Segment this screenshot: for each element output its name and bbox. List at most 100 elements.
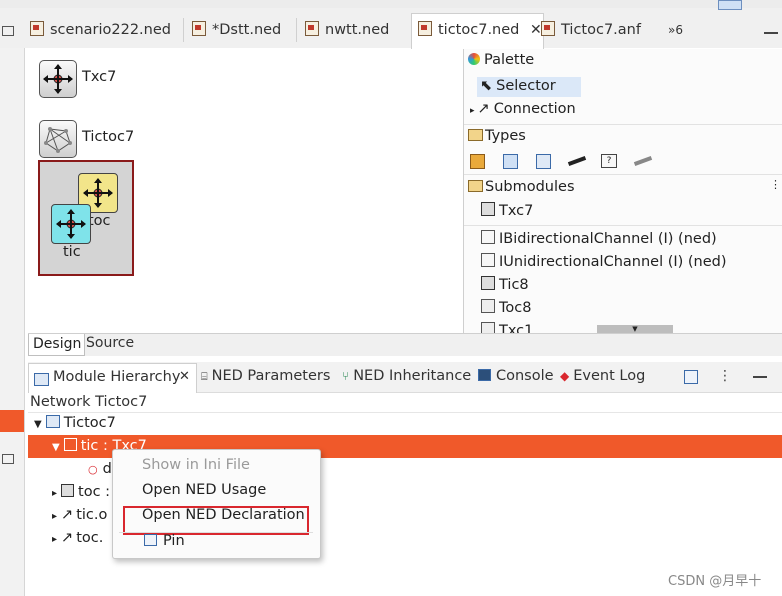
pin-icon bbox=[144, 534, 157, 546]
close-icon[interactable]: ✕ bbox=[530, 22, 542, 38]
collapse-chevron-icon: ▼ bbox=[34, 419, 42, 430]
interface-icon bbox=[481, 230, 495, 244]
context-menu: Show in Ini File Open NED Usage Open NED… bbox=[112, 449, 321, 559]
tab-dstt[interactable]: *Dstt.ned bbox=[192, 14, 281, 46]
submodules-header[interactable]: Submodules ⋮ bbox=[464, 174, 782, 199]
tic-label: tic bbox=[63, 244, 81, 260]
tab-separator bbox=[183, 18, 184, 42]
panel-minimize-icon[interactable] bbox=[2, 454, 14, 464]
tab-design[interactable]: Design bbox=[28, 334, 85, 356]
ned-file-icon bbox=[192, 21, 206, 36]
palette-item-tic8[interactable]: Tic8 bbox=[481, 276, 529, 293]
hierarchy-icon bbox=[34, 373, 49, 386]
cursor-icon: ⬉ bbox=[480, 78, 493, 94]
network-label: Network Tictoc7 bbox=[30, 394, 148, 410]
left-panel-selection-marker bbox=[0, 410, 24, 432]
divider bbox=[28, 412, 782, 413]
ned-file-icon bbox=[305, 21, 319, 36]
network-type-icon[interactable] bbox=[536, 154, 551, 169]
tree-root-tictoc7[interactable]: ▼ Tictoc7 bbox=[34, 415, 116, 431]
inheritance-icon: ⑂ bbox=[342, 369, 350, 383]
panel-minimize-icon[interactable] bbox=[2, 26, 14, 36]
menu-item-show-in-ini[interactable]: Show in Ini File bbox=[142, 457, 250, 473]
minimize-icon[interactable] bbox=[764, 32, 778, 34]
tictoc7-label: Tictoc7 bbox=[82, 129, 135, 145]
minimize-icon[interactable] bbox=[753, 376, 767, 378]
pin-icon[interactable]: ⋮ bbox=[770, 178, 781, 191]
more-tabs-button[interactable]: »6 bbox=[668, 14, 683, 46]
toolbar-strip bbox=[0, 0, 782, 8]
module-icon bbox=[63, 438, 77, 451]
tab-ned-parameters[interactable]: ⌸ NED Parameters bbox=[201, 368, 330, 384]
tree-item-connection-tic[interactable]: ▸ ↗ tic.o bbox=[52, 507, 107, 523]
channel-interface-type-icon[interactable] bbox=[633, 156, 653, 166]
palette-item-iunidirectional[interactable]: IUnidirectionalChannel (I) (ned) bbox=[481, 253, 727, 270]
left-side-strip bbox=[0, 48, 25, 596]
palette-item-txc1[interactable]: Txc1 bbox=[481, 322, 533, 333]
tree-item-gate[interactable]: ○ d bbox=[88, 461, 112, 477]
bottom-tab-bar: Module Hierarchy ✕ ⌸ NED Parameters ⑂ NED … bbox=[28, 362, 782, 393]
design-canvas[interactable]: Txc7 Tictoc7 toc tic bbox=[28, 49, 462, 333]
tab-scenario222[interactable]: scenario222.ned bbox=[30, 14, 171, 46]
tab-tictoc7[interactable]: tictoc7.ned ✕ bbox=[411, 13, 544, 49]
console-icon bbox=[478, 369, 491, 381]
gate-icon: ○ bbox=[88, 463, 98, 476]
module-icon bbox=[61, 484, 75, 497]
tab-source[interactable]: Source bbox=[86, 335, 134, 351]
palette-connection[interactable]: ▸ ↗ Connection bbox=[470, 101, 576, 117]
palette-scroll-down-button[interactable]: ▼ bbox=[597, 325, 673, 333]
tab-tictoc7-anf[interactable]: Tictoc7.anf bbox=[541, 14, 641, 46]
palette-item-toc8[interactable]: Toc8 bbox=[481, 299, 531, 316]
palette-header[interactable]: Palette bbox=[468, 52, 534, 68]
compound-module-type-icon[interactable] bbox=[503, 154, 518, 169]
menu-item-open-ned-usage[interactable]: Open NED Usage bbox=[142, 482, 266, 498]
collapse-icon[interactable] bbox=[718, 0, 742, 10]
tab-ned-inheritance[interactable]: ⑂ NED Inheritance bbox=[342, 368, 471, 384]
module-icon bbox=[481, 322, 495, 333]
expand-chevron-icon: ▸ bbox=[52, 488, 58, 499]
connection-icon: ↗ bbox=[61, 507, 74, 523]
close-icon[interactable]: ✕ bbox=[179, 369, 190, 384]
tab-console[interactable]: Console bbox=[478, 368, 554, 384]
folder-icon bbox=[468, 129, 483, 141]
module-icon bbox=[481, 299, 495, 313]
expand-chevron-icon: ▸ bbox=[470, 106, 475, 116]
network-icon[interactable] bbox=[39, 120, 77, 158]
tab-separator bbox=[296, 18, 297, 42]
txc7-label: Txc7 bbox=[82, 69, 117, 85]
pin-icon[interactable] bbox=[684, 370, 698, 384]
simple-module-type-icon[interactable] bbox=[470, 154, 485, 169]
connection-icon: ↗ bbox=[477, 101, 490, 117]
view-menu-icon[interactable]: ⋮ bbox=[718, 368, 732, 384]
event-log-icon: ◆ bbox=[560, 369, 570, 383]
palette-item-ibidirectional[interactable]: IBidirectionalChannel (I) (ned) bbox=[481, 230, 717, 247]
ned-file-icon bbox=[30, 21, 44, 36]
toc-label: toc bbox=[88, 213, 111, 229]
module-icon bbox=[481, 202, 495, 216]
tab-nwtt[interactable]: nwtt.ned bbox=[305, 14, 389, 46]
palette-item-txc7[interactable]: Txc7 bbox=[481, 202, 533, 219]
expand-chevron-icon: ▸ bbox=[52, 511, 58, 522]
interface-type-icon[interactable]: ? bbox=[601, 154, 617, 168]
tab-event-log[interactable]: ◆ Event Log bbox=[560, 368, 645, 384]
tree-item-toc[interactable]: ▸ toc : bbox=[52, 484, 110, 500]
editor-tab-bar: scenario222.ned *Dstt.ned nwtt.ned ticto… bbox=[0, 0, 782, 49]
types-header[interactable]: Types bbox=[464, 124, 782, 149]
compound-module-box[interactable]: toc tic bbox=[38, 160, 134, 276]
highlight-box bbox=[123, 506, 309, 535]
tree-item-connection-toc[interactable]: ▸ ↗ toc. bbox=[52, 530, 103, 546]
txc7-icon[interactable] bbox=[39, 60, 77, 98]
interface-icon bbox=[481, 253, 495, 267]
connection-icon: ↗ bbox=[61, 530, 74, 546]
palette-icon bbox=[468, 53, 480, 65]
palette-selector[interactable]: ⬉ Selector bbox=[480, 78, 556, 94]
tic-icon[interactable] bbox=[51, 204, 91, 244]
collapse-chevron-icon: ▼ bbox=[52, 442, 60, 453]
channel-type-icon[interactable] bbox=[567, 156, 587, 166]
palette-panel: Palette ⬉ Selector ▸ ↗ Connection Types ? S… bbox=[463, 49, 782, 333]
menu-item-pin[interactable]: Pin bbox=[144, 533, 185, 549]
anf-file-icon bbox=[541, 21, 555, 36]
module-icon bbox=[481, 276, 495, 290]
tab-module-hierarchy[interactable]: Module Hierarchy ✕ bbox=[28, 363, 197, 393]
watermark: CSDN @月早十 bbox=[668, 574, 762, 589]
